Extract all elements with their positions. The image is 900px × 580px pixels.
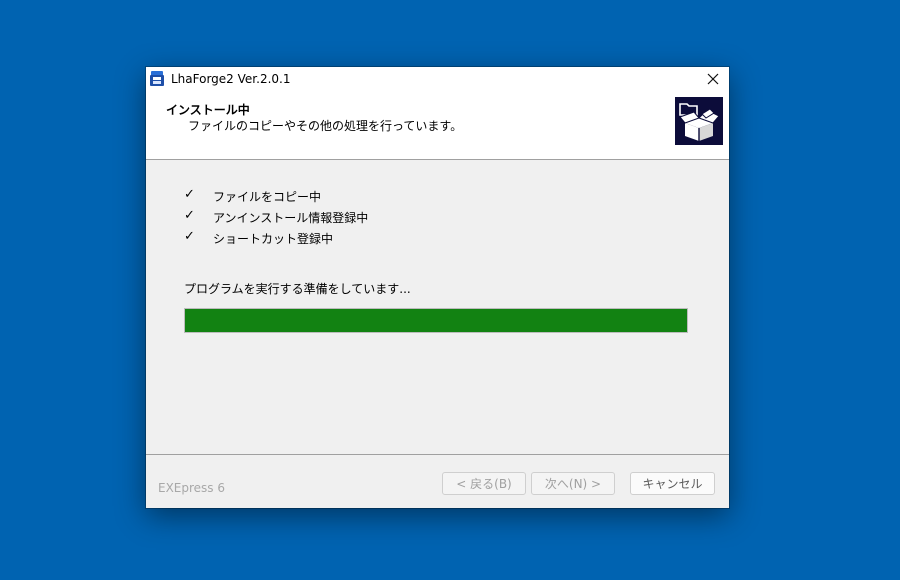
progress-bar bbox=[184, 308, 688, 333]
back-button[interactable]: < 戻る(B) bbox=[442, 472, 526, 495]
check-icon: ✓ bbox=[184, 208, 195, 223]
step-label: アンインストール情報登録中 bbox=[213, 211, 369, 225]
header-title: インストール中 bbox=[166, 103, 250, 117]
header-subtitle: ファイルのコピーやその他の処理を行っています。 bbox=[188, 119, 463, 133]
cancel-button[interactable]: キャンセル bbox=[630, 472, 715, 495]
close-icon bbox=[707, 73, 719, 85]
wizard-header: インストール中 ファイルのコピーやその他の処理を行っています。 bbox=[146, 91, 729, 159]
step-item: ✓ アンインストール情報登録中 bbox=[184, 208, 368, 226]
app-icon bbox=[150, 71, 164, 86]
window-title: LhaForge2 Ver.2.0.1 bbox=[171, 72, 291, 86]
check-icon: ✓ bbox=[184, 187, 195, 202]
footer-divider bbox=[146, 454, 729, 455]
status-text: プログラムを実行する準備をしています... bbox=[184, 282, 411, 296]
step-item: ✓ ショートカット登録中 bbox=[184, 229, 333, 247]
header-divider bbox=[146, 159, 729, 160]
progress-fill bbox=[185, 309, 687, 332]
title-bar[interactable]: LhaForge2 Ver.2.0.1 bbox=[146, 67, 729, 91]
installer-window: LhaForge2 Ver.2.0.1 インストール中 ファイルのコピーやその他… bbox=[146, 67, 729, 508]
open-box-icon bbox=[675, 97, 723, 145]
brand-label: EXEpress 6 bbox=[158, 481, 226, 495]
next-button[interactable]: 次へ(N) > bbox=[531, 472, 615, 495]
step-item: ✓ ファイルをコピー中 bbox=[184, 187, 321, 205]
step-label: ファイルをコピー中 bbox=[213, 190, 322, 204]
close-button[interactable] bbox=[697, 67, 729, 91]
step-label: ショートカット登録中 bbox=[213, 232, 334, 246]
check-icon: ✓ bbox=[184, 229, 195, 244]
